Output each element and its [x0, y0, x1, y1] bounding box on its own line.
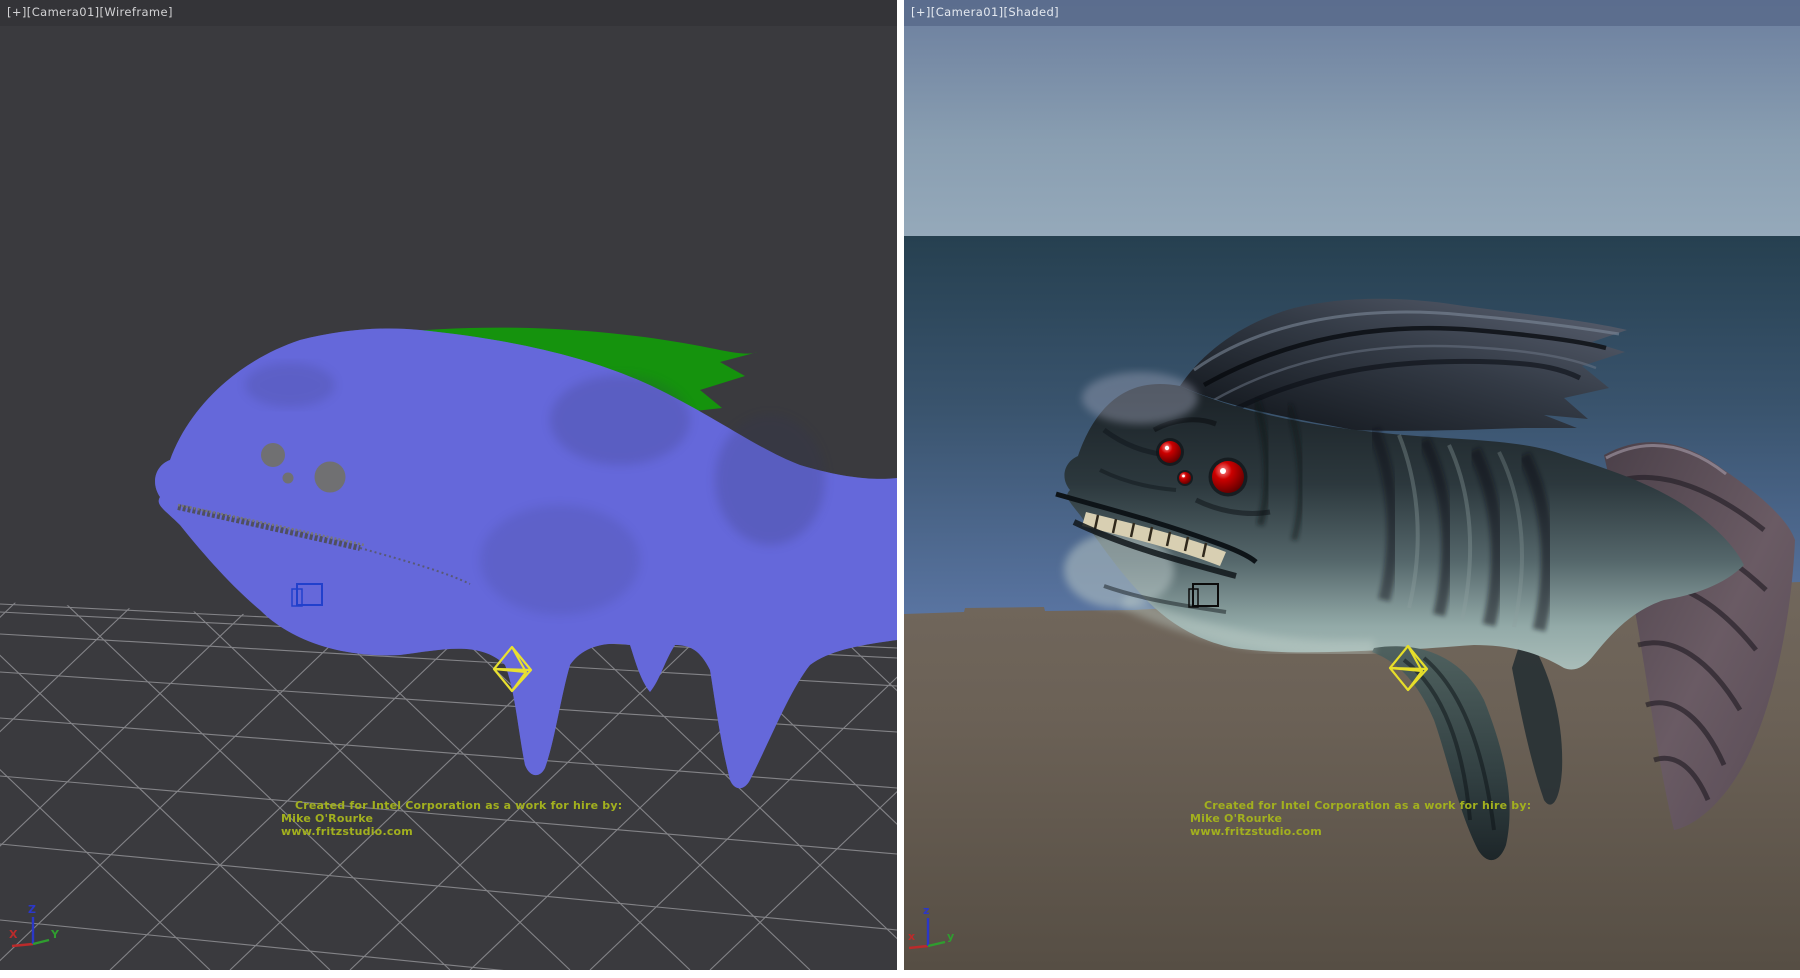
scene-annotation-right: Created for Intel Corporation as a work … — [1190, 799, 1531, 838]
viewport-label-shaded[interactable]: [+][Camera01][Shaded] — [911, 5, 1059, 19]
axis-z-label-right: z — [923, 904, 929, 917]
viewport-shaded[interactable]: [+][Camera01][Shaded] — [904, 0, 1800, 970]
annotation-line: Mike O'Rourke — [1190, 812, 1531, 825]
axis-x-label-right: x — [908, 930, 915, 943]
annotation-line: Mike O'Rourke — [281, 812, 622, 825]
scene-annotation-left: Created for Intel Corporation as a work … — [281, 799, 622, 838]
viewport-label-wireframe[interactable]: [+][Camera01][Wireframe] — [7, 5, 173, 19]
fish-eye-small — [1179, 472, 1191, 484]
annotation-line: www.fritzstudio.com — [281, 825, 622, 838]
fish-eye-large — [1212, 461, 1244, 493]
fish-eye-medium — [1159, 441, 1181, 463]
head-highlight — [1082, 372, 1198, 424]
axis-y-label-right: y — [947, 930, 954, 943]
axis-y-label-left: Y — [50, 928, 60, 941]
axis-x-label-left: X — [9, 928, 18, 941]
axis-z-label-left: Z — [28, 903, 36, 916]
viewport-wireframe[interactable]: [+][Camera01][Wireframe] — [0, 0, 897, 970]
annotation-line: Created for Intel Corporation as a work … — [1204, 799, 1531, 812]
annotation-line: Created for Intel Corporation as a work … — [295, 799, 622, 812]
sky — [904, 0, 1800, 236]
dual-viewport-window: [+][Camera01][Wireframe] — [0, 0, 1800, 978]
bottom-strip — [0, 970, 1800, 978]
viewport-divider[interactable] — [897, 0, 904, 978]
annotation-line: www.fritzstudio.com — [1190, 825, 1531, 838]
